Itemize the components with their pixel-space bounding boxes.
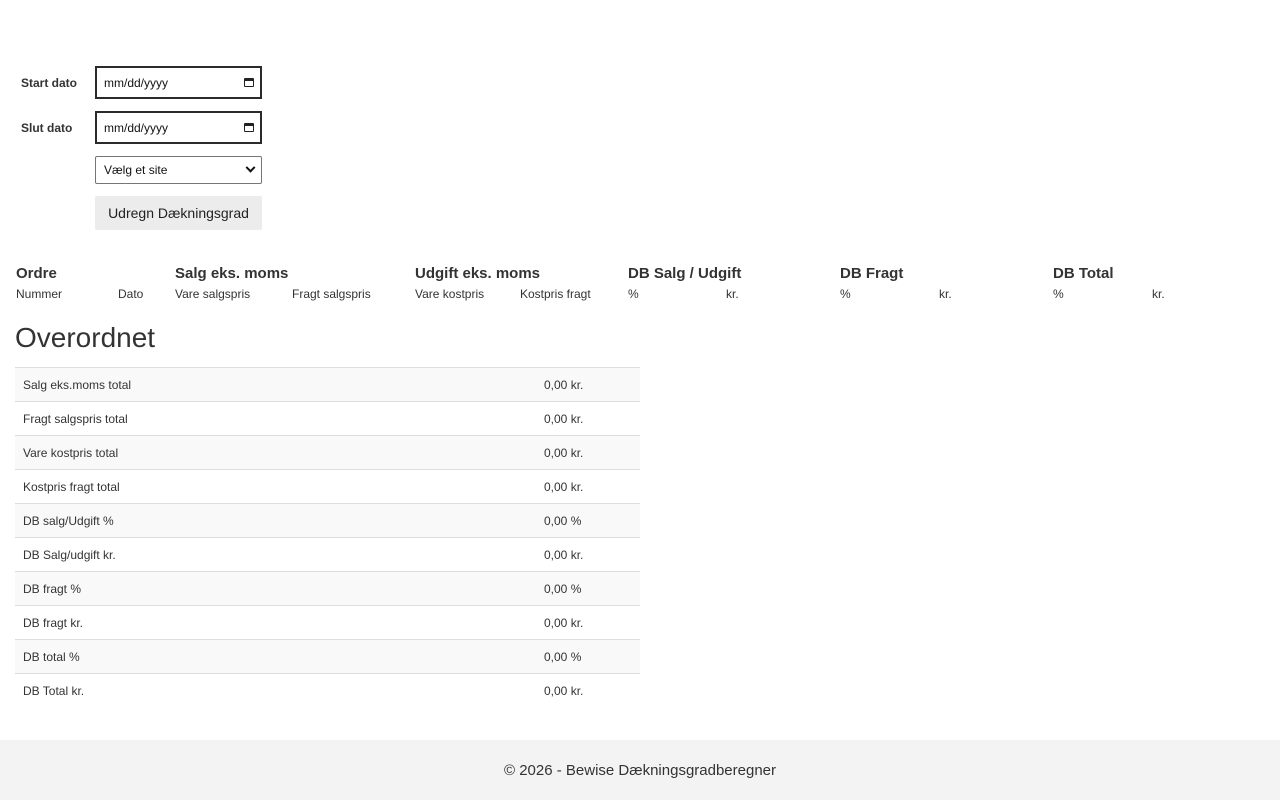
end-date-input[interactable]: mm/dd/yyyy (95, 111, 262, 144)
table-row: DB salg/Udgift % 0,00 % (15, 503, 640, 538)
column-header: % (628, 287, 639, 301)
group-db-salg-udgift: DB Salg / Udgift (628, 265, 742, 282)
summary-label: Kostpris fragt total (15, 469, 536, 504)
table-row: Fragt salgspris total 0,00 kr. (15, 401, 640, 436)
table-row: DB Total kr. 0,00 kr. (15, 673, 640, 708)
column-header: Kostpris fragt (520, 287, 591, 301)
footer: © 2026 - Bewise Dækningsgradberegner (0, 740, 1280, 800)
group-salg: Salg eks. moms (175, 265, 289, 282)
summary-value: 0,00 kr. (536, 367, 640, 402)
end-date-row: Slut dato mm/dd/yyyy (21, 111, 262, 144)
column-header: kr. (726, 287, 739, 301)
column-header: kr. (939, 287, 952, 301)
column-header: % (840, 287, 851, 301)
table-row: Salg eks.moms total 0,00 kr. (15, 367, 640, 402)
summary-label: DB fragt kr. (15, 605, 536, 640)
calendar-icon[interactable] (244, 123, 254, 132)
summary-label: Fragt salgspris total (15, 401, 536, 436)
column-header: Nummer (16, 287, 63, 301)
summary-table: Salg eks.moms total 0,00 kr. Fragt salgs… (15, 367, 640, 708)
summary-title: Overordnet (15, 322, 156, 353)
summary-value: 0,00 kr. (536, 605, 640, 640)
summary-label: Salg eks.moms total (15, 367, 536, 402)
calculate-button[interactable]: Udregn Dækningsgrad (95, 196, 262, 230)
summary-value: 0,00 kr. (536, 435, 640, 470)
column-header: Dato (118, 287, 144, 301)
table-row: Vare kostpris total 0,00 kr. (15, 435, 640, 470)
summary-value: 0,00 kr. (536, 469, 640, 504)
summary-value: 0,00 % (536, 503, 640, 538)
start-date-input[interactable]: mm/dd/yyyy (95, 66, 262, 99)
summary-label: DB salg/Udgift % (15, 503, 536, 538)
start-date-label: Start dato (21, 75, 78, 90)
table-row: DB Salg/udgift kr. 0,00 kr. (15, 537, 640, 572)
table-row: DB total % 0,00 % (15, 639, 640, 674)
summary-value: 0,00 kr. (536, 401, 640, 436)
summary-value: 0,00 kr. (536, 673, 640, 708)
group-db-fragt: DB Fragt (840, 265, 904, 282)
site-select-value: Vælg et site (104, 163, 168, 177)
footer-text: © 2026 - Bewise Dækningsgradberegner (503, 761, 777, 779)
chevron-down-icon (245, 162, 256, 173)
end-date-label: Slut dato (21, 120, 73, 135)
summary-label: DB Total kr. (15, 673, 536, 708)
summary-label: DB fragt % (15, 571, 536, 606)
table-row: Kostpris fragt total 0,00 kr. (15, 469, 640, 504)
table-row: DB fragt kr. 0,00 kr. (15, 605, 640, 640)
site-select[interactable]: Vælg et site (95, 156, 262, 184)
start-date-row: Start dato mm/dd/yyyy (21, 66, 262, 99)
group-db-total: DB Total (1053, 265, 1114, 282)
summary-value: 0,00 % (536, 639, 640, 674)
column-header: kr. (1152, 287, 1165, 301)
summary-label: Vare kostpris total (15, 435, 536, 470)
start-date-value: mm/dd/yyyy (104, 75, 169, 90)
column-header: % (1053, 287, 1064, 301)
summary-value: 0,00 % (536, 571, 640, 606)
column-header: Vare kostpris (415, 287, 485, 301)
group-udgift: Udgift eks. moms (415, 265, 541, 282)
column-header: Vare salgspris (175, 287, 251, 301)
column-header: Fragt salgspris (292, 287, 371, 301)
summary-label: DB total % (15, 639, 536, 674)
end-date-value: mm/dd/yyyy (104, 120, 169, 135)
summary-value: 0,00 kr. (536, 537, 640, 572)
group-ordre: Ordre (16, 265, 57, 282)
table-row: DB fragt % 0,00 % (15, 571, 640, 606)
summary-label: DB Salg/udgift kr. (15, 537, 536, 572)
calendar-icon[interactable] (244, 78, 254, 87)
